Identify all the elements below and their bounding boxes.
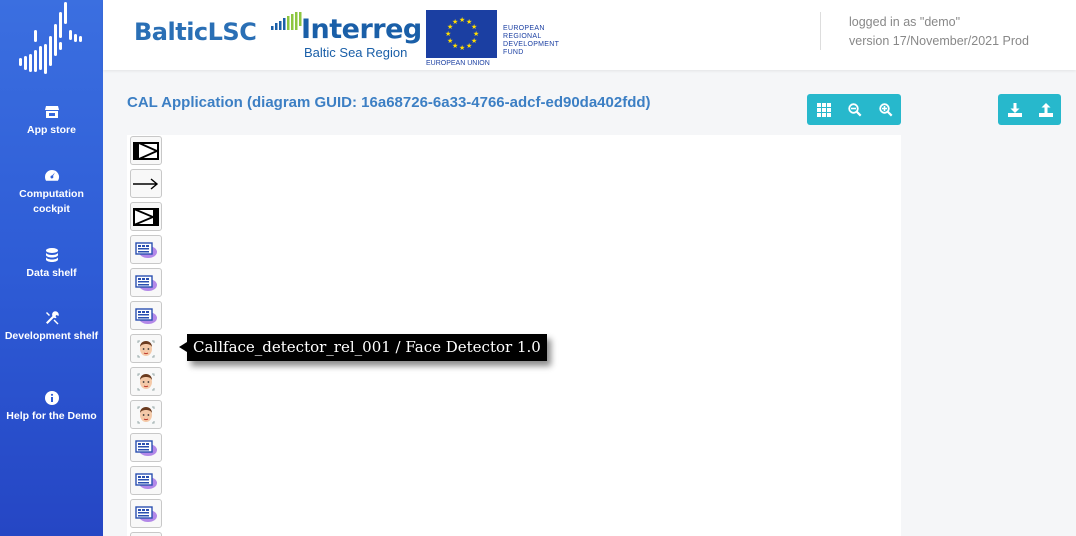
- svg-text:★: ★: [466, 42, 472, 50]
- header-divider: [820, 12, 821, 50]
- palette-module[interactable]: [130, 268, 162, 297]
- palette-tooltip: Callface_detector_rel_001 / Face Detecto…: [179, 334, 547, 361]
- svg-text:★: ★: [459, 16, 465, 24]
- zoom-in-icon: [878, 102, 892, 116]
- balticlsc-logo[interactable]: [10, 0, 90, 80]
- face-icon: [137, 340, 155, 357]
- eu-flag-icon: ★ ★ ★ ★ ★ ★ ★ ★ ★ ★ ★ ★: [426, 10, 497, 58]
- diagram-toolbar: [807, 94, 901, 125]
- speedometer-icon: [44, 169, 59, 181]
- palette-module[interactable]: [130, 532, 162, 536]
- zoom-in-button[interactable]: [870, 94, 901, 125]
- module-icon: [135, 472, 157, 489]
- arrow-icon: [133, 177, 159, 190]
- sidebar-item-data-shelf[interactable]: Data shelf: [0, 247, 103, 281]
- sidebar-item-help[interactable]: Help for the Demo: [0, 390, 103, 424]
- palette-module[interactable]: [130, 466, 162, 495]
- balticlsc-brand: BalticLSC: [134, 18, 257, 46]
- grid-button[interactable]: [808, 94, 839, 125]
- module-icon: [135, 241, 157, 258]
- sidebar-item-computation-cockpit[interactable]: Computation cockpit: [0, 168, 103, 217]
- database-icon: [45, 248, 58, 262]
- face-icon: [137, 406, 155, 423]
- info-icon: [44, 391, 59, 405]
- palette-module[interactable]: [130, 433, 162, 462]
- eu-fund-line: EUROPEAN: [503, 25, 545, 32]
- upload-button[interactable]: [1030, 94, 1061, 125]
- tools-icon: [45, 311, 59, 325]
- palette-face-detector[interactable]: [130, 367, 162, 396]
- import-export-toolbar: [998, 94, 1061, 125]
- module-icon: [135, 505, 157, 522]
- svg-text:★: ★: [447, 37, 453, 45]
- eu-fund-line: FUND: [503, 49, 524, 56]
- zoom-out-button[interactable]: [839, 94, 870, 125]
- face-icon: [137, 373, 155, 390]
- header: BalticLSC Interreg Baltic Sea Region ★ ★ ★…: [103, 0, 1076, 70]
- download-icon: [1007, 102, 1022, 117]
- logged-in-text: logged in as "demo": [849, 15, 961, 29]
- version-text: version 17/November/2021 Prod: [849, 34, 1029, 48]
- sidebar-item-label: Computation cockpit: [19, 188, 84, 215]
- eu-caption: EUROPEAN UNION: [426, 60, 490, 67]
- palette-module[interactable]: [130, 301, 162, 330]
- eu-fund-line: REGIONAL: [503, 33, 542, 40]
- palette-module[interactable]: [130, 235, 162, 264]
- palette-module[interactable]: [130, 499, 162, 528]
- interreg-subtitle: Baltic Sea Region: [304, 45, 408, 60]
- module-icon: [135, 439, 157, 456]
- grid-icon: [816, 102, 831, 117]
- module-icon: [135, 274, 157, 291]
- sidebar-item-label: App store: [26, 124, 76, 136]
- svg-text:★: ★: [445, 30, 451, 38]
- eu-fund-line: DEVELOPMENT: [503, 41, 560, 48]
- store-icon: [44, 106, 59, 118]
- palette-input-pin[interactable]: [130, 136, 162, 165]
- interreg-bars-icon: [271, 12, 302, 30]
- eu-fund-text: EUROPEAN REGIONAL DEVELOPMENT FUND: [503, 25, 559, 57]
- sidebar-item-label: Help for the Demo: [6, 410, 97, 422]
- palette-face-detector[interactable]: [130, 400, 162, 429]
- svg-text:★: ★: [459, 44, 465, 52]
- download-button[interactable]: [999, 94, 1030, 125]
- input-pin-icon: [133, 141, 159, 160]
- svg-text:★: ★: [452, 18, 458, 26]
- sidebar-item-label: Development shelf: [4, 330, 99, 342]
- palette-face-detector[interactable]: [130, 334, 162, 363]
- module-icon: [135, 307, 157, 324]
- palette-data-flow[interactable]: [130, 169, 162, 198]
- palette-output-pin[interactable]: [130, 202, 162, 231]
- sidebar-item-development-shelf[interactable]: Development shelf: [0, 310, 103, 344]
- sidebar-item-app-store[interactable]: App store: [0, 104, 103, 138]
- sidebar: App store Computation cockpit Data shelf…: [0, 0, 103, 536]
- sidebar-item-label: Data shelf: [26, 267, 77, 279]
- output-pin-icon: [133, 207, 159, 226]
- zoom-out-icon: [847, 102, 861, 116]
- interreg-word: Interreg: [301, 14, 422, 45]
- upload-icon: [1038, 102, 1053, 117]
- login-info: logged in as "demo" version 17/November/…: [849, 13, 1029, 51]
- page-title: CAL Application (diagram GUID: 16a68726-…: [127, 94, 651, 111]
- interreg-logo: Interreg Baltic Sea Region: [271, 10, 422, 62]
